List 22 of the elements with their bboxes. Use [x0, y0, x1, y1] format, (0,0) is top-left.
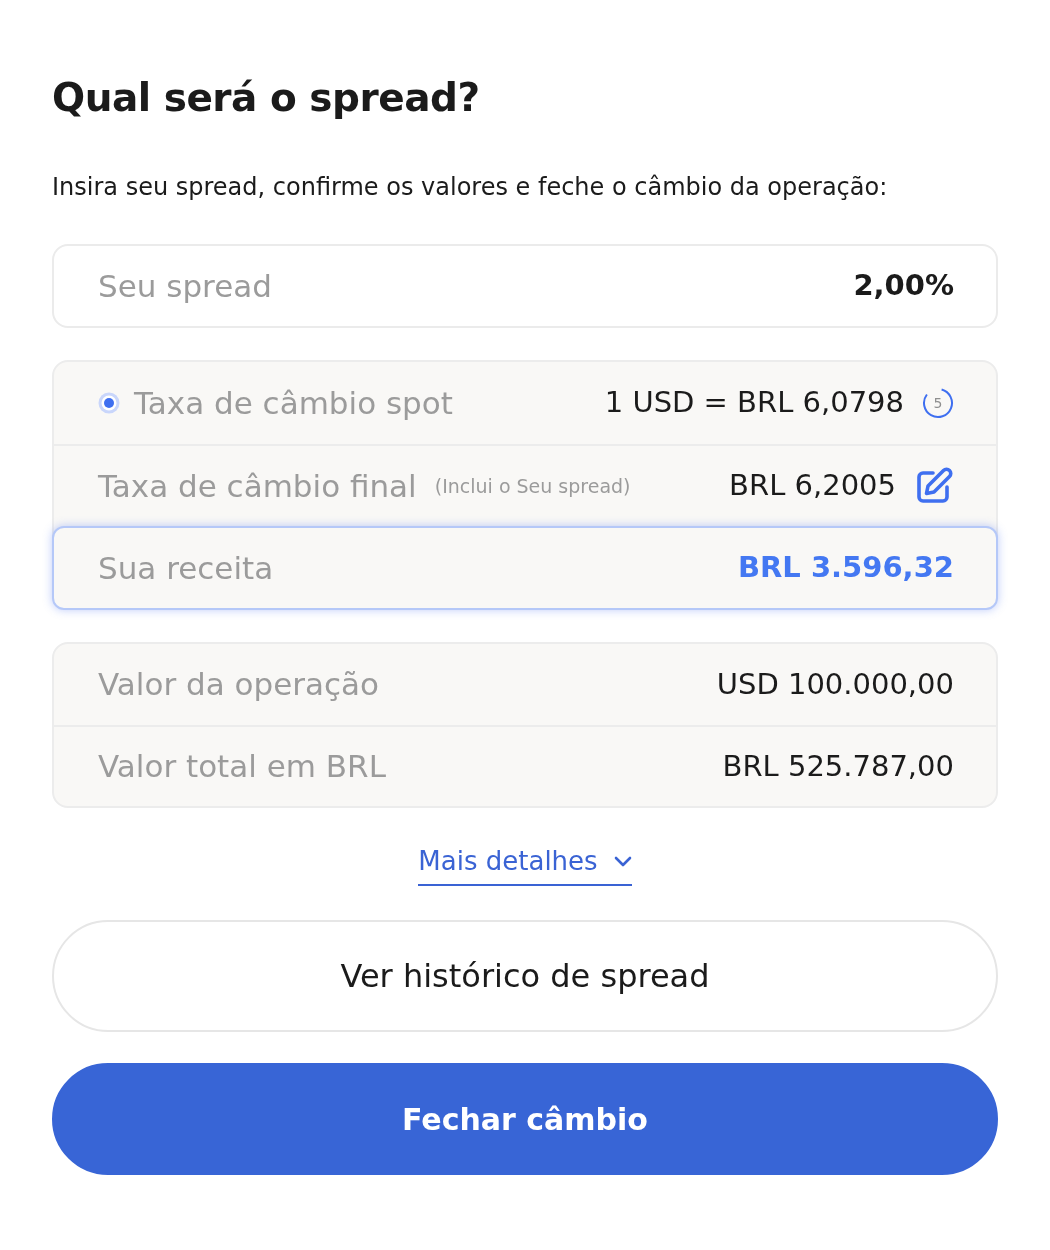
spread-value: 2,00%	[853, 267, 954, 305]
row-label: Valor da operação	[98, 665, 379, 705]
page-title: Qual será o spread?	[52, 74, 480, 122]
close-exchange-button[interactable]: Fechar câmbio	[52, 1063, 998, 1175]
row-note: (Inclui o Seu spread)	[434, 473, 631, 499]
details-link[interactable]: Mais detalhes	[418, 844, 632, 886]
instruction-text: Insira seu spread, confirme os valores e feche o câmbio da operação:	[52, 172, 888, 202]
row-value: BRL 3.596,32	[737, 549, 954, 587]
row-label: Valor total em BRL	[98, 747, 386, 787]
row-value: USD 100.000,00	[716, 665, 954, 703]
row-value: BRL 6,2005	[729, 467, 896, 505]
row-value: BRL 525.787,00	[722, 747, 954, 785]
timer-ring-icon	[922, 387, 954, 419]
row-label: Sua receita	[98, 548, 274, 588]
row-label: Taxa de câmbio spot	[134, 383, 453, 423]
row-label: Taxa de câmbio final	[98, 466, 417, 506]
row-value: 1 USD = BRL 6,0798	[604, 384, 904, 422]
spread-field[interactable]: Seu spread 2,00%	[52, 244, 998, 328]
spread-history-button[interactable]: Ver histórico de spread	[52, 920, 998, 1032]
countdown-number: 5	[933, 395, 943, 411]
edit-icon[interactable]	[914, 466, 954, 506]
spread-label: Seu spread	[98, 266, 272, 306]
